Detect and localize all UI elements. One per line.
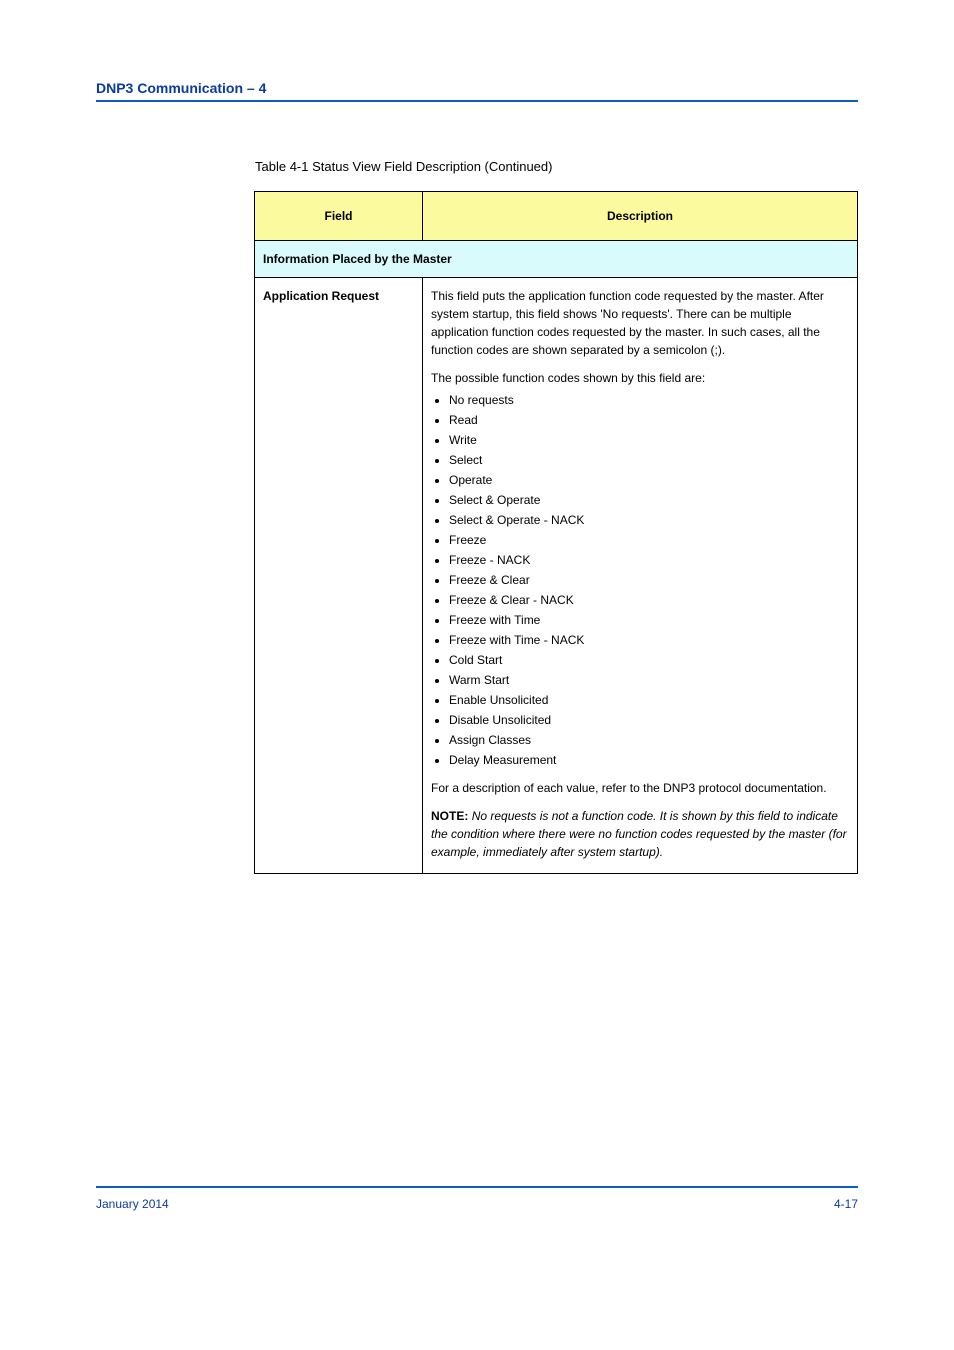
section-header: Information Placed by the Master bbox=[255, 241, 858, 278]
list-item: Freeze bbox=[449, 531, 849, 549]
desc-note: NOTE: No requests is not a function code… bbox=[431, 807, 849, 861]
list-item: Delay Measurement bbox=[449, 751, 849, 769]
list-item: Read bbox=[449, 411, 849, 429]
footer-date: January 2014 bbox=[96, 1197, 169, 1211]
list-item: No requests bbox=[449, 391, 849, 409]
list-item: Enable Unsolicited bbox=[449, 691, 849, 709]
footer-page-number: 4-17 bbox=[834, 1197, 858, 1211]
note-body: No requests is not a function code. It i… bbox=[431, 809, 847, 859]
footer-rule bbox=[96, 1186, 858, 1188]
desc-paragraph: The possible function codes shown by thi… bbox=[431, 369, 849, 387]
note-label: NOTE: bbox=[431, 809, 468, 823]
column-header-description: Description bbox=[423, 192, 858, 241]
list-item: Freeze - NACK bbox=[449, 551, 849, 569]
list-item: Freeze with Time bbox=[449, 611, 849, 629]
desc-paragraph: For a description of each value, refer t… bbox=[431, 779, 849, 797]
table-header-row: Field Description bbox=[255, 192, 858, 241]
status-view-table: Field Description Information Placed by … bbox=[254, 191, 858, 874]
header-rule bbox=[96, 100, 858, 102]
list-item: Freeze & Clear - NACK bbox=[449, 591, 849, 609]
list-item: Operate bbox=[449, 471, 849, 489]
list-item: Cold Start bbox=[449, 651, 849, 669]
list-item: Select & Operate - NACK bbox=[449, 511, 849, 529]
page-title: DNP3 Communication – 4 bbox=[96, 80, 266, 96]
column-header-field: Field bbox=[255, 192, 423, 241]
table-caption: Table 4-1 Status View Field Description … bbox=[255, 159, 552, 174]
cell-description: This field puts the application function… bbox=[423, 278, 858, 874]
list-item: Freeze & Clear bbox=[449, 571, 849, 589]
table-section-row: Information Placed by the Master bbox=[255, 241, 858, 278]
desc-paragraph: This field puts the application function… bbox=[431, 287, 849, 359]
list-item: Warm Start bbox=[449, 671, 849, 689]
list-item: Disable Unsolicited bbox=[449, 711, 849, 729]
table-row: Application Request This field puts the … bbox=[255, 278, 858, 874]
list-item: Freeze with Time - NACK bbox=[449, 631, 849, 649]
list-item: Write bbox=[449, 431, 849, 449]
cell-field-name: Application Request bbox=[255, 278, 423, 874]
list-item: Select bbox=[449, 451, 849, 469]
list-item: Assign Classes bbox=[449, 731, 849, 749]
list-item: Select & Operate bbox=[449, 491, 849, 509]
function-code-list: No requests Read Write Select Operate Se… bbox=[449, 391, 849, 769]
